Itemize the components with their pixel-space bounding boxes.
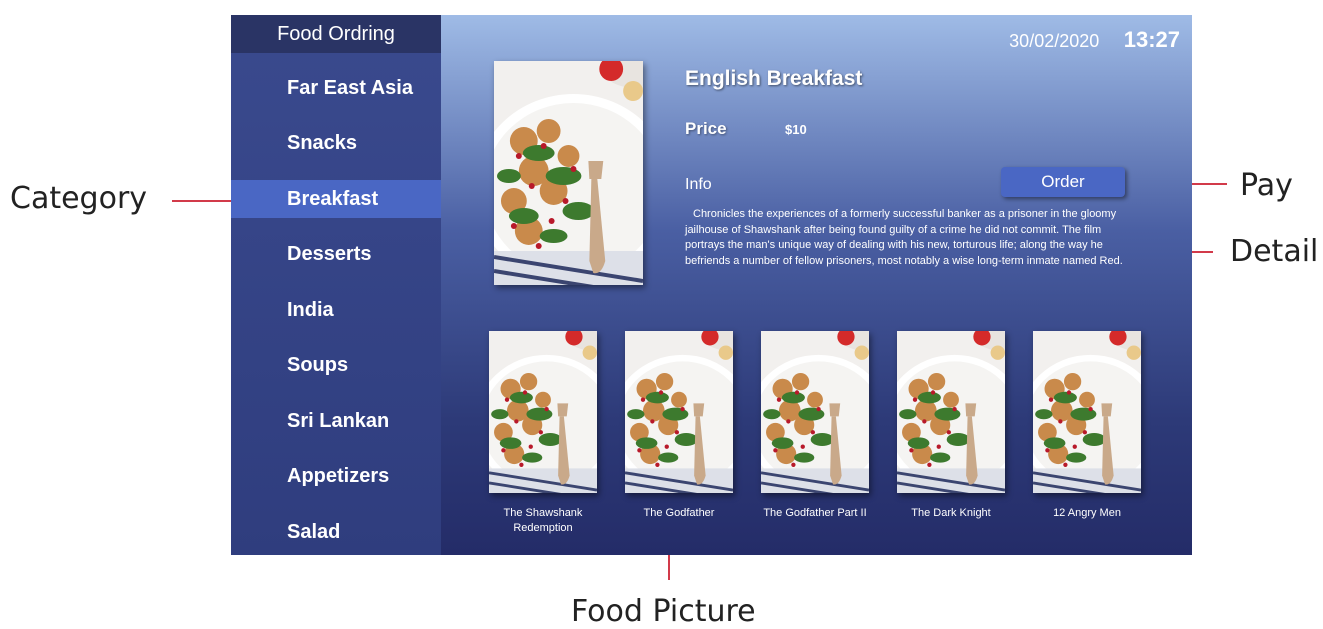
food-description: Chronicles the experiences of a formerly… bbox=[685, 208, 1123, 267]
date-display: 30/02/2020 bbox=[1009, 31, 1100, 51]
price-value: $10 bbox=[785, 122, 807, 137]
thumbnail-caption: The Godfather Part II bbox=[763, 507, 867, 519]
food-thumbnail[interactable] bbox=[761, 331, 869, 493]
thumbnail-caption: The Dark Knight bbox=[911, 507, 991, 519]
annotation-pay: Pay bbox=[1240, 168, 1293, 203]
category-item-salad[interactable]: Salad bbox=[231, 513, 441, 551]
price-label: Price bbox=[685, 119, 727, 138]
thumbnail-caption: The Shawshank Redemption bbox=[503, 507, 583, 534]
category-item-soups[interactable]: Soups bbox=[231, 346, 441, 384]
thumbnail-caption: The Godfather bbox=[643, 507, 715, 519]
main-food-picture bbox=[494, 61, 643, 285]
thumbnail-caption: 12 Angry Men bbox=[1053, 507, 1121, 519]
category-item-appetizers[interactable]: Appetizers bbox=[231, 457, 441, 495]
food-thumbnail[interactable] bbox=[625, 331, 733, 493]
food-title: English Breakfast bbox=[685, 67, 863, 90]
category-item-india[interactable]: India bbox=[231, 291, 441, 329]
app-title: Food Ordring bbox=[231, 15, 441, 53]
annotation-food-picture: Food Picture bbox=[571, 594, 756, 629]
annotation-category: Category bbox=[10, 181, 148, 216]
time-display: 13:27 bbox=[1123, 27, 1180, 52]
food-thumbnail[interactable] bbox=[489, 331, 597, 493]
annotation-detail: Detail bbox=[1230, 234, 1319, 269]
category-item-far-east-asia[interactable]: Far East Asia bbox=[231, 69, 441, 107]
order-button[interactable]: Order bbox=[1001, 167, 1125, 197]
category-item-snacks[interactable]: Snacks bbox=[231, 124, 441, 162]
category-item-desserts[interactable]: Desserts bbox=[231, 235, 441, 273]
info-label: Info bbox=[685, 176, 712, 193]
food-thumbnail[interactable] bbox=[1033, 331, 1141, 493]
category-item-breakfast[interactable]: Breakfast bbox=[231, 180, 441, 218]
category-item-sri-lankan[interactable]: Sri Lankan bbox=[231, 402, 441, 440]
category-sidebar: Food Ordring Far East Asia Snacks Breakf… bbox=[231, 15, 441, 555]
food-ordering-app: Food Ordring Far East Asia Snacks Breakf… bbox=[231, 15, 1192, 555]
food-thumbnail[interactable] bbox=[897, 331, 1005, 493]
datetime: 30/02/2020 13:27 bbox=[1009, 27, 1180, 53]
